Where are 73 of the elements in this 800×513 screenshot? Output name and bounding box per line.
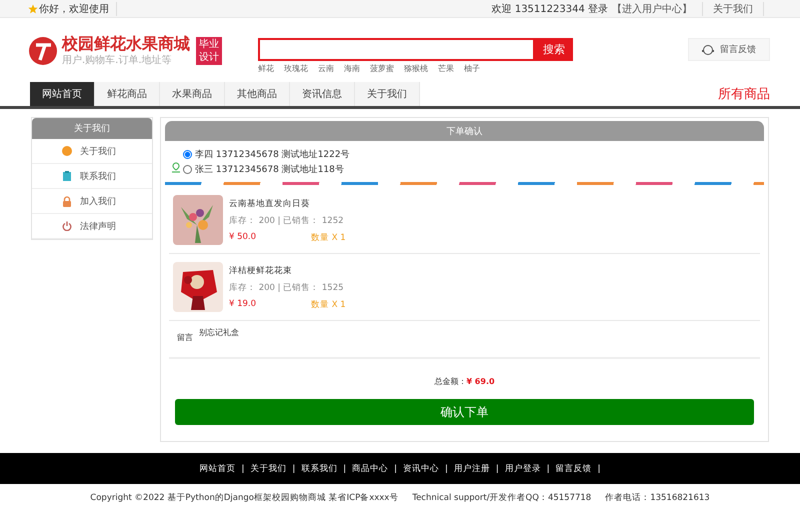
product-quantity: 数量 X 1 — [311, 232, 346, 244]
hot-word-link[interactable]: 猕猴桃 — [404, 63, 428, 74]
search-button[interactable]: 搜索 — [535, 38, 573, 61]
logo-icon — [28, 36, 58, 66]
footer-link[interactable]: 商品中心 — [352, 462, 388, 474]
welcome-text: 欢迎 13511223344 登录 — [492, 2, 608, 16]
order-title: 下单确认 — [165, 121, 764, 141]
footer-separator: | — [343, 464, 346, 474]
footer-separator: | — [598, 464, 600, 474]
star-icon — [28, 4, 38, 14]
hot-word-link[interactable]: 芒果 — [438, 63, 454, 74]
user-center-link[interactable]: 【进入用户中心】 — [612, 2, 692, 16]
sidebar-item[interactable]: 关于我们 — [32, 139, 152, 164]
sidebar-title: 关于我们 — [32, 118, 152, 139]
sidebar-item[interactable]: 联系我们 — [32, 164, 152, 189]
confirm-order-button[interactable]: 确认下单 — [175, 399, 754, 425]
phone-text: 作者电话：13516821613 — [605, 492, 710, 504]
sidebar-item[interactable]: 加入我们 — [32, 189, 152, 214]
footer-separator: | — [546, 464, 550, 474]
nav-tab[interactable]: 鲜花商品 — [95, 82, 160, 106]
power-icon — [62, 221, 72, 231]
hot-word-link[interactable]: 海南 — [344, 63, 360, 74]
site-subtitle: 用户.购物车.订单.地址等 — [62, 54, 173, 67]
note-label: 留言 — [177, 332, 193, 343]
nav-tab[interactable]: 资讯信息 — [290, 82, 355, 106]
product-name: 洋桔梗鲜花花束 — [229, 265, 293, 277]
circle-icon — [62, 146, 72, 156]
total-amount: 总金额：¥ 69.0 — [433, 376, 496, 387]
product-price: ¥ 19.0 — [229, 299, 256, 311]
hot-word-link[interactable]: 云南 — [318, 63, 334, 74]
sidebar-item[interactable]: 法律声明 — [32, 214, 152, 239]
hot-word-link[interactable]: 菠萝蜜 — [370, 63, 394, 74]
footer-link[interactable]: 联系我们 — [301, 462, 338, 474]
footer-link[interactable]: 资讯中心 — [403, 462, 439, 474]
nav-tab[interactable]: 水果商品 — [160, 82, 225, 106]
clipboard-icon — [62, 171, 72, 181]
all-goods-link[interactable]: 所有商品 — [718, 85, 770, 103]
footer-separator: | — [496, 464, 499, 474]
footer-separator: | — [242, 464, 244, 474]
headset-icon — [702, 44, 714, 56]
product-name: 云南基地直发向日葵 — [229, 198, 311, 210]
footer-separator: | — [394, 464, 397, 474]
address-text: 张三 13712345678 测试地址118号 — [195, 164, 344, 176]
feedback-button[interactable]: 留言反馈 — [688, 38, 770, 61]
nav-tab[interactable]: 其他商品 — [225, 82, 290, 106]
footer-separator: | — [292, 464, 296, 474]
hot-word-link[interactable]: 柚子 — [464, 63, 480, 74]
copyright-text: Copyright ©2022 基于Python的Django框架校园购物商城 某省ICP备xxxx号 — [90, 492, 398, 504]
lock-icon — [62, 196, 72, 206]
product-price: ¥ 50.0 — [229, 232, 256, 244]
product-stock: 库存： 200 | 已销售： 1525 — [229, 282, 345, 294]
address-text: 李四 13712345678 测试地址1222号 — [195, 148, 350, 161]
product-quantity: 数量 X 1 — [311, 299, 346, 311]
footer-link[interactable]: 用户登录 — [504, 462, 541, 474]
graduation-badge: 毕业 设计 — [196, 36, 222, 64]
about-link[interactable]: 关于我们 — [713, 2, 753, 16]
footer-link[interactable]: 关于我们 — [250, 462, 286, 474]
footer-link[interactable]: 用户注册 — [454, 462, 490, 474]
hot-word-link[interactable]: 鲜花 — [258, 63, 274, 74]
nav-tab[interactable]: 关于我们 — [355, 82, 420, 106]
search-field[interactable] — [258, 38, 535, 61]
address-radio[interactable] — [183, 165, 192, 174]
product-stock: 库存： 200 | 已销售： 1252 — [229, 215, 345, 227]
nav-tab[interactable]: 网站首页 — [30, 82, 95, 106]
footer-link[interactable]: 留言反馈 — [556, 462, 592, 474]
hot-word-link[interactable]: 玫瑰花 — [284, 63, 308, 74]
address-radio[interactable] — [183, 150, 192, 159]
footer-link[interactable]: 网站首页 — [200, 462, 236, 474]
location-icon — [171, 162, 181, 172]
support-text: Technical support/开发作者QQ：45157718 — [412, 492, 592, 504]
greeting-text: 你好，欢迎使用 — [39, 2, 109, 16]
site-title: 校园鲜花水果商城 — [62, 34, 190, 53]
footer-separator: | — [445, 464, 448, 474]
